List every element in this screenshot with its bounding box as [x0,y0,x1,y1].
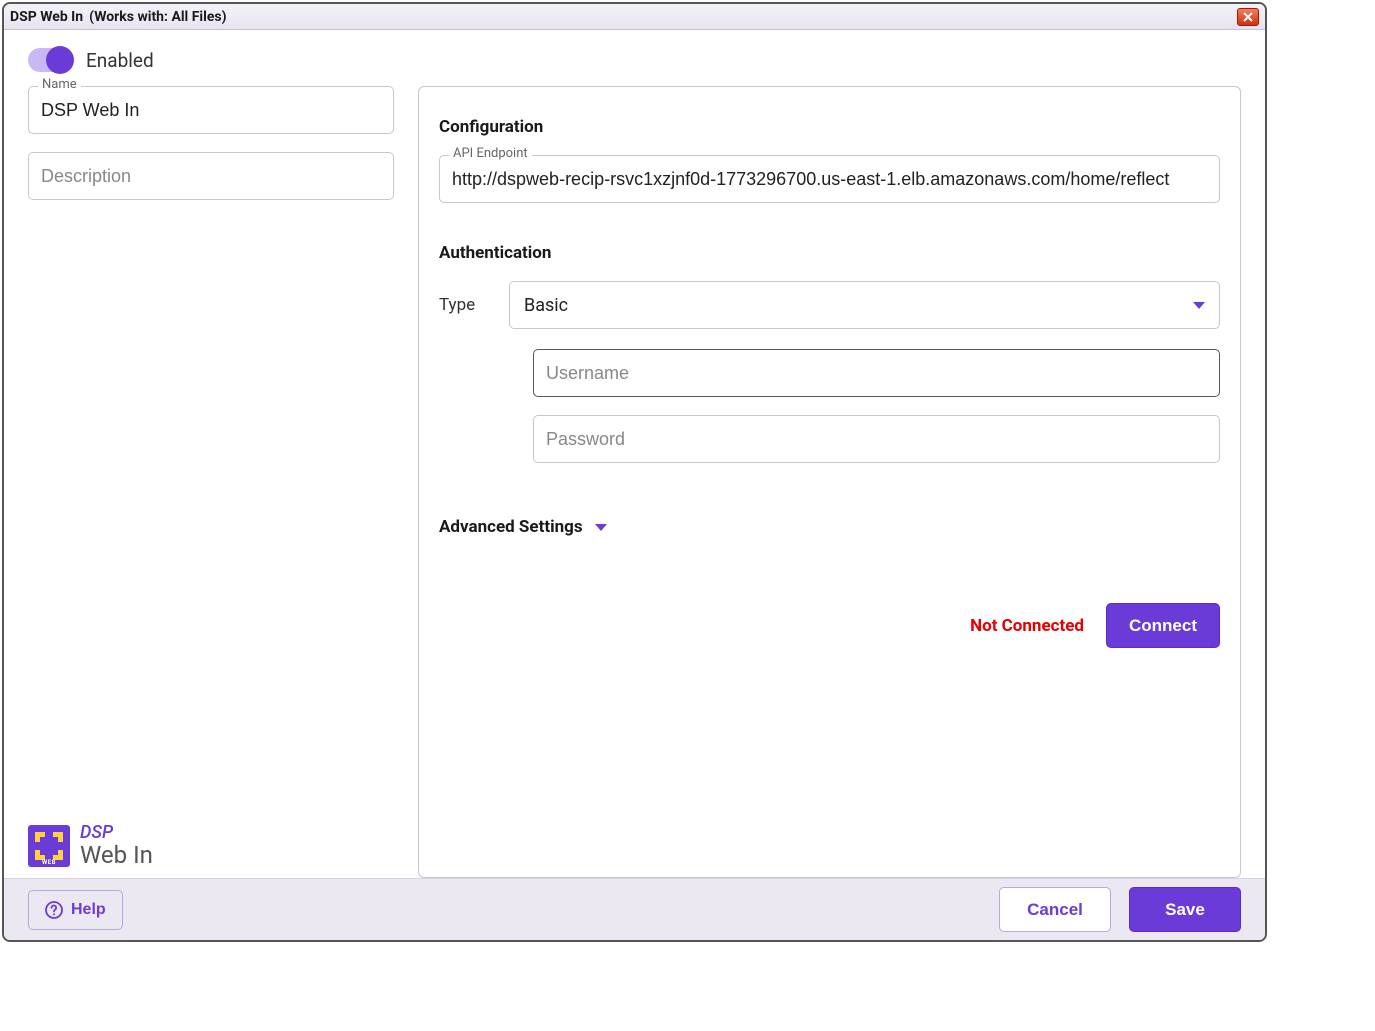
name-legend: Name [38,77,81,92]
close-button[interactable] [1237,8,1259,26]
chevron-down-icon [595,524,607,531]
auth-type-value: Basic [524,295,568,316]
left-column: Name [28,86,394,878]
cancel-button[interactable]: Cancel [999,887,1111,932]
auth-type-select[interactable]: Basic [509,281,1220,329]
auth-type-row: Type Basic [439,281,1220,329]
logo-text: DSP Web In [80,824,153,868]
help-label: Help [71,901,106,919]
connect-button[interactable]: Connect [1106,603,1220,648]
configuration-heading: Configuration [439,117,1220,137]
username-input[interactable] [533,349,1220,397]
connection-status: Not Connected [970,616,1084,636]
window-title: DSP Web In [10,9,83,25]
titlebar: DSP Web In (Works with: All Files) [4,4,1265,30]
toggle-knob [46,46,74,74]
endpoint-field-wrap: API Endpoint [439,155,1220,203]
advanced-settings-toggle[interactable]: Advanced Settings [439,517,1220,537]
help-icon [45,901,63,919]
username-field-wrap [533,349,1220,397]
plugin-logo: WEB DSP Web In [28,824,153,868]
logo-line1: DSP [80,824,153,843]
window-subtitle: (Works with: All Files) [89,9,226,25]
name-field-wrap: Name [28,86,394,134]
dialog-window: DSP Web In (Works with: All Files) Enabl… [2,2,1267,942]
logo-badge-text: WEB [42,859,56,866]
enabled-toggle[interactable] [28,48,72,72]
logo-icon: WEB [28,825,70,867]
auth-type-label: Type [439,295,481,315]
enabled-row: Enabled [28,48,1241,72]
advanced-settings-label: Advanced Settings [439,517,583,537]
logo-line2: Web In [80,843,153,868]
main-columns: Name Configuration API Endpoint Authenti… [28,86,1241,878]
connect-row: Not Connected Connect [439,603,1220,648]
help-button[interactable]: Help [28,890,123,930]
description-field-wrap [28,152,394,200]
dialog-body: Enabled Name Configuration API Endpoint [4,30,1265,878]
name-input[interactable] [28,86,394,134]
dialog-footer: Help Cancel Save [4,878,1265,940]
endpoint-input[interactable] [439,155,1220,203]
password-input[interactable] [533,415,1220,463]
enabled-label: Enabled [86,49,154,72]
save-button[interactable]: Save [1129,887,1241,932]
description-input[interactable] [28,152,394,200]
right-column: Configuration API Endpoint Authenticatio… [418,86,1241,878]
authentication-heading: Authentication [439,243,1220,263]
password-field-wrap [533,415,1220,463]
endpoint-legend: API Endpoint [449,146,532,161]
chevron-down-icon [1193,302,1205,309]
close-icon [1242,11,1254,23]
